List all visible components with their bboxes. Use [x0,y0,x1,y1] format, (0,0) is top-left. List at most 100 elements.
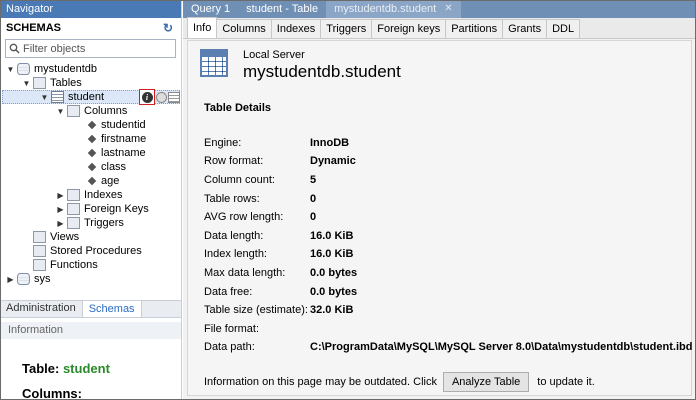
tree-column-item[interactable]: lastname [86,146,146,160]
db-label: mystudentdb [34,63,97,75]
views-label: Views [50,231,80,243]
triggers-folder-icon [67,217,80,229]
wrench-icon[interactable] [156,91,167,103]
detail-value: 16.0 KiB [310,230,354,242]
tab-info[interactable]: Info [187,17,218,38]
tab-foreign-keys[interactable]: Foreign keys [371,19,447,38]
tab-ddl[interactable]: DDL [546,19,581,38]
chevron-right-icon[interactable]: ▶ [56,219,65,228]
footer-text-before: Information on this page may be outdated… [204,376,437,388]
detail-label: Engine: [204,137,242,149]
detail-row: Data length: 16.0 KiB [204,230,353,244]
detail-value: InnoDB [310,137,350,149]
indexes-label: Indexes [84,189,123,201]
tree-node-sys[interactable]: ▶ sys [6,272,51,286]
main-panel: Query 1 student - Table mystudentdb.stud… [183,0,696,400]
info-columns-label: Columns: [22,386,82,400]
table-icon [51,91,64,103]
row-tools: i [139,89,180,105]
column-icon [87,148,97,158]
close-icon[interactable]: ✕ [444,0,452,18]
columns-folder-icon [67,105,80,117]
information-header: Information [0,322,181,339]
detail-label: Max data length: [204,267,286,279]
detail-value: 0 [310,211,317,223]
navigator-panel: Navigator SCHEMAS ↻ ▼ mystudentdb ▼ Tabl… [0,0,182,400]
table-info-button[interactable]: i [139,89,155,105]
tree-node-student[interactable]: ▼ student i [0,89,181,105]
info-content: Local Server mystudentdb.student Table D… [187,40,692,396]
detail-value: 0 [310,193,317,205]
chevron-down-icon[interactable]: ▼ [40,93,49,102]
tree-node-views[interactable]: Views [33,230,79,244]
table-data-icon[interactable] [168,91,180,103]
chevron-right-icon[interactable]: ▶ [56,191,65,200]
column-icon [87,176,97,186]
tab-indexes[interactable]: Indexes [270,19,322,38]
tab-grants[interactable]: Grants [502,19,548,38]
filter-objects-input[interactable] [23,42,173,55]
tree-column-item[interactable]: firstname [86,132,146,146]
database-icon [17,273,30,285]
info-icon: i [141,91,153,103]
tab-columns[interactable]: Columns [216,19,272,38]
tab-administration[interactable]: Administration [0,300,82,317]
detail-label: Row format: [204,155,264,167]
detail-label: Index length: [204,248,267,260]
column-label: firstname [101,133,147,145]
search-icon [9,43,20,54]
tree-column-item[interactable]: studentid [86,118,146,132]
tab-mystudentdb-student[interactable]: mystudentdb.student ✕ [326,0,461,18]
column-icon [87,134,97,144]
tables-folder-icon [33,77,46,89]
tree-node-triggers[interactable]: ▶ Triggers [56,216,124,230]
tab-label: mystudentdb.student [334,3,437,15]
tab-query-1[interactable]: Query 1 [183,0,238,18]
tree-node-indexes[interactable]: ▶ Indexes [56,188,123,202]
column-label: lastname [101,147,146,159]
info-table-name: student [62,361,110,376]
document-tabs: Query 1 student - Table mystudentdb.stud… [183,0,696,18]
refresh-icon[interactable]: ↻ [161,21,175,35]
schema-tree: ▼ mystudentdb ▼ Tables ▼ student i ▼ Col… [0,62,181,302]
tree-node-db[interactable]: ▼ mystudentdb [6,62,97,76]
chevron-down-icon[interactable]: ▼ [22,79,31,88]
chevron-right-icon[interactable]: ▶ [56,205,65,214]
chevron-down-icon[interactable]: ▼ [56,107,65,116]
tree-node-columns[interactable]: ▼ Columns [56,104,127,118]
detail-label: Data length: [204,230,264,242]
tab-partitions[interactable]: Partitions [445,19,504,38]
indexes-folder-icon [67,189,80,201]
columns-folder-label: Columns [84,105,128,117]
filter-box[interactable] [5,39,176,58]
tree-column-item[interactable]: class [86,160,126,174]
schemas-header: SCHEMAS ↻ [0,18,181,38]
functions-folder-icon [33,259,46,271]
column-label: studentid [101,119,146,131]
detail-row: File format: [204,323,310,337]
tree-node-tables[interactable]: ▼ Tables [22,76,82,90]
chevron-right-icon[interactable]: ▶ [6,275,15,284]
schemas-label: SCHEMAS [6,22,62,34]
tree-node-stored-procedures[interactable]: Stored Procedures [33,244,142,258]
tree-column-item[interactable]: age [86,174,119,188]
detail-row: Column count: 5 [204,174,316,188]
tree-node-functions[interactable]: Functions [33,258,98,272]
column-icon [87,120,97,130]
tab-student-table[interactable]: student - Table [238,0,326,18]
database-icon [17,63,30,75]
student-label: student [68,91,105,103]
detail-row: Data path: C:\ProgramData\MySQL\MySQL Ser… [204,341,692,355]
detail-value: 5 [310,174,317,186]
tables-label: Tables [50,77,82,89]
analyze-table-button[interactable]: Analyze Table [442,372,530,392]
detail-row: Index length: 16.0 KiB [204,248,353,262]
chevron-down-icon[interactable]: ▼ [6,65,15,74]
detail-label: Data free: [204,286,253,298]
table-details-title: Table Details [204,102,272,114]
detail-row: Row format: Dynamic [204,155,356,169]
tab-schemas[interactable]: Schemas [81,300,142,317]
tab-triggers[interactable]: Triggers [320,19,373,38]
tree-node-foreign-keys[interactable]: ▶ Foreign Keys [56,202,149,216]
footer-text-after: to update it. [537,376,595,388]
